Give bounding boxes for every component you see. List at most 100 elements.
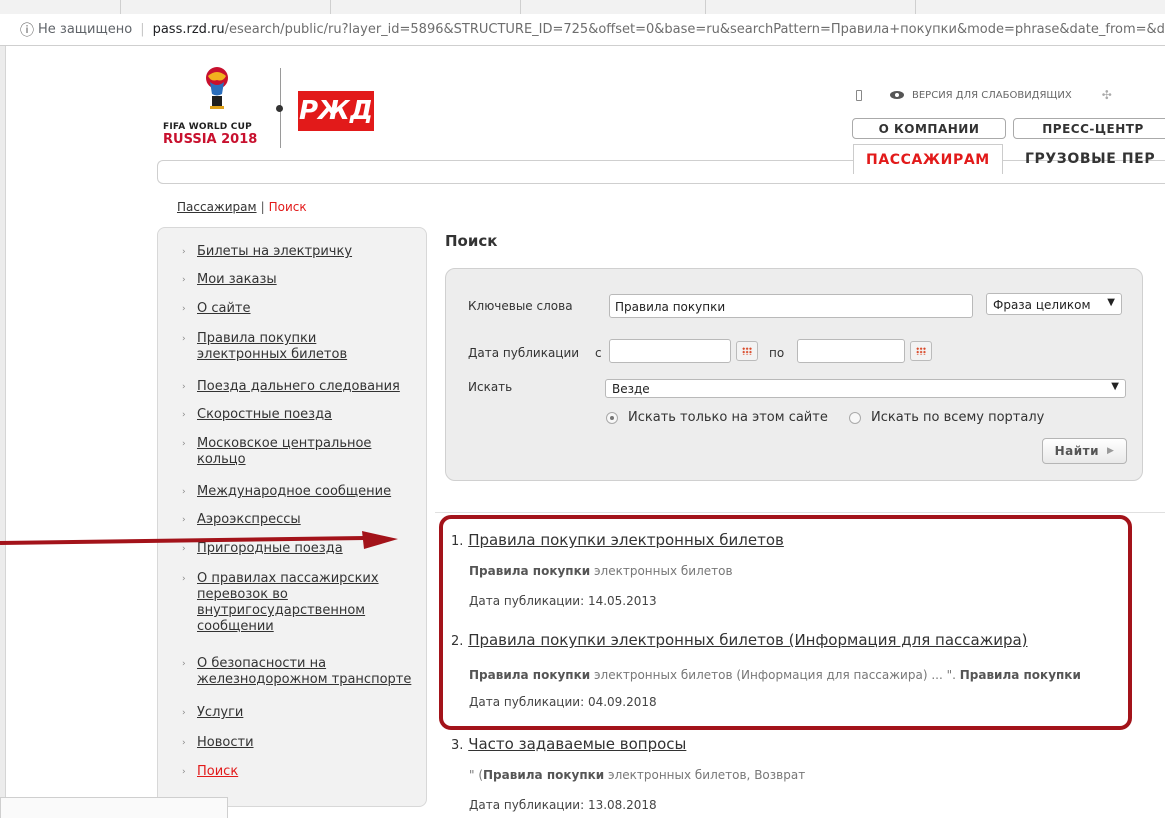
sidebar-item-label[interactable]: Услуги — [197, 705, 243, 721]
browser-tab[interactable] — [520, 0, 521, 14]
calendar-icon[interactable] — [910, 341, 932, 361]
sidebar-item-transport-rules[interactable]: › О правилах пассажирских перевозок во внут… — [182, 571, 379, 635]
search-mode-select[interactable]: Фраза целиком ▼ — [986, 293, 1122, 315]
browser-tab[interactable] — [330, 0, 331, 14]
sitemap-icon[interactable]: ✣ — [1102, 88, 1112, 102]
company-button[interactable]: О КОМПАНИИ — [852, 118, 1006, 139]
radio-this-site[interactable] — [606, 412, 618, 424]
nav-cargo[interactable]: ГРУЗОВЫЕ ПЕР — [1025, 146, 1155, 172]
play-arrow-icon: ▶ — [1107, 446, 1115, 456]
radio-whole-portal[interactable] — [849, 412, 861, 424]
breadcrumb-current: Поиск — [268, 200, 307, 214]
result-date: Дата публикации: 13.08.2018 — [469, 798, 657, 812]
sidebar-item-international[interactable]: › Международное сообщение — [182, 484, 391, 500]
browser-tab[interactable] — [705, 0, 706, 14]
results-divider — [435, 512, 1165, 513]
result-date-value: 13.08.2018 — [587, 798, 657, 812]
window-gutter — [0, 46, 6, 818]
chevron-right-icon: › — [182, 738, 186, 748]
top-links: ВЕРСИЯ ДЛЯ СЛАБОВИДЯЩИХ ✣ — [856, 88, 1112, 102]
sidebar-item-label[interactable]: Скоростные поезда — [197, 407, 332, 423]
sidebar-item-label[interactable]: железнодорожном транспорте — [197, 672, 411, 688]
calendar-icon[interactable] — [736, 341, 758, 361]
sidebar-item-high-speed[interactable]: › Скоростные поезда — [182, 407, 332, 423]
sidebar-item-my-orders[interactable]: › Мои заказы — [182, 272, 277, 288]
date-to-input[interactable] — [797, 339, 905, 363]
breadcrumb: Пассажирам | Поиск — [177, 200, 307, 214]
result-title: 3. Часто задаваемые вопросы — [451, 735, 686, 753]
sidebar-item-label[interactable]: О правилах пассажирских — [197, 571, 379, 587]
chevron-right-icon: › — [182, 275, 186, 285]
keywords-input[interactable]: Правила покупки — [609, 294, 973, 318]
radio-whole-portal-label[interactable]: Искать по всему порталу — [871, 410, 1044, 425]
scope-value: Везде — [612, 382, 650, 396]
date-from-input[interactable] — [609, 339, 731, 363]
address-bar[interactable]: ⓘ Не защищено | pass.rzd.ru/esearch/publ… — [0, 14, 1165, 46]
search-form: Ключевые слова Правила покупки Фраза цел… — [445, 268, 1143, 481]
accessibility-link[interactable]: ВЕРСИЯ ДЛЯ СЛАБОВИДЯЩИХ — [912, 90, 1072, 101]
security-label[interactable]: Не защищено — [38, 22, 132, 37]
browser-tab[interactable] — [915, 0, 916, 14]
sidebar-item-label[interactable]: внутригосударственном — [197, 603, 379, 619]
info-icon[interactable]: ⓘ — [20, 20, 34, 40]
sidebar-item-long-distance[interactable]: › Поезда дальнего следования — [182, 379, 400, 395]
keywords-label: Ключевые слова — [468, 299, 573, 313]
url-host[interactable]: pass.rzd.ru — [153, 22, 225, 37]
chevron-right-icon: › — [182, 659, 186, 669]
sidebar-item-aeroexpress[interactable]: › Аэроэкспрессы — [182, 512, 301, 528]
date-to-label: по — [769, 346, 785, 360]
sidebar-item-label[interactable]: Поиск — [197, 764, 238, 780]
find-button[interactable]: Найти ▶ — [1042, 438, 1127, 464]
sidebar-item-label[interactable]: Новости — [197, 735, 254, 751]
press-center-button[interactable]: ПРЕСС-ЦЕНТР — [1013, 118, 1165, 139]
sidebar-item-label[interactable]: перевозок во — [197, 587, 379, 603]
sidebar-item-label[interactable]: О безопасности на — [197, 656, 411, 672]
sidebar-item-label[interactable]: Московское центральное — [197, 436, 371, 452]
breadcrumb-passengers-link[interactable]: Пассажирам — [177, 200, 257, 214]
snippet-text: " ( — [469, 768, 484, 782]
chevron-right-icon: › — [182, 708, 186, 718]
address-separator: | — [140, 22, 145, 37]
sidebar-item-electric-tickets[interactable]: › Билеты на электричку — [182, 244, 352, 260]
browser-tab[interactable] — [120, 0, 121, 14]
eye-icon — [890, 91, 904, 99]
russia-2018-text: RUSSIA 2018 — [163, 132, 258, 147]
snippet-highlight: Правила покупки — [483, 768, 605, 782]
sidebar-item-label[interactable]: Аэроэкспрессы — [197, 512, 301, 528]
radio-this-site-label[interactable]: Искать только на этом сайте — [628, 410, 828, 425]
nav-passengers[interactable]: ПАССАЖИРАМ — [853, 144, 1003, 174]
sidebar-item-services[interactable]: › Услуги — [182, 705, 243, 721]
sidebar-item-about-site[interactable]: › О сайте — [182, 301, 251, 317]
header-bar — [157, 160, 1165, 184]
search-mode-value: Фраза целиком — [993, 298, 1091, 312]
sidebar-item-news[interactable]: › Новости — [182, 735, 254, 751]
sidebar-item-label[interactable]: Мои заказы — [197, 272, 277, 288]
sidebar-item-label[interactable]: сообщении — [197, 619, 379, 635]
scope-select[interactable]: Везде ▼ — [605, 379, 1126, 398]
mobile-icon[interactable] — [856, 89, 862, 101]
url-path[interactable]: /esearch/public/ru?layer_id=5896&STRUCTU… — [225, 22, 1165, 37]
sidebar-item-label[interactable]: Правила покупки — [197, 331, 347, 347]
page-title: Поиск — [445, 232, 498, 250]
sidebar-item-label[interactable]: Билеты на электричку — [197, 244, 352, 260]
sidebar-item-label[interactable]: кольцо — [197, 452, 371, 468]
date-from-label: с — [595, 346, 602, 360]
sidebar-item-mck[interactable]: › Московское центральное кольцо — [182, 436, 371, 468]
sidebar-item-label[interactable]: О сайте — [197, 301, 251, 317]
sidebar-item-purchase-rules[interactable]: › Правила покупки электронных билетов — [182, 331, 347, 363]
dropdown-arrow-icon: ▼ — [1107, 297, 1115, 308]
result-number: 3. — [451, 738, 464, 753]
fifa-world-cup-logo[interactable]: FIFA WORLD CUP RUSSIA 2018 — [163, 66, 283, 152]
sidebar-item-label[interactable]: Поезда дальнего следования — [197, 379, 400, 395]
chevron-right-icon: › — [182, 410, 186, 420]
chevron-right-icon: › — [182, 334, 186, 344]
scope-label: Искать — [468, 380, 513, 394]
breadcrumb-separator: | — [260, 200, 265, 214]
sidebar-item-label[interactable]: электронных билетов — [197, 347, 347, 363]
sidebar-item-search[interactable]: › Поиск — [182, 764, 238, 780]
result-link[interactable]: Часто задаваемые вопросы — [468, 735, 686, 753]
rzd-logo[interactable]: РЖД — [298, 91, 374, 131]
sidebar-item-label[interactable]: Международное сообщение — [197, 484, 391, 500]
chevron-right-icon: › — [182, 574, 186, 584]
sidebar-item-safety[interactable]: › О безопасности на железнодорожном трансп… — [182, 656, 411, 688]
